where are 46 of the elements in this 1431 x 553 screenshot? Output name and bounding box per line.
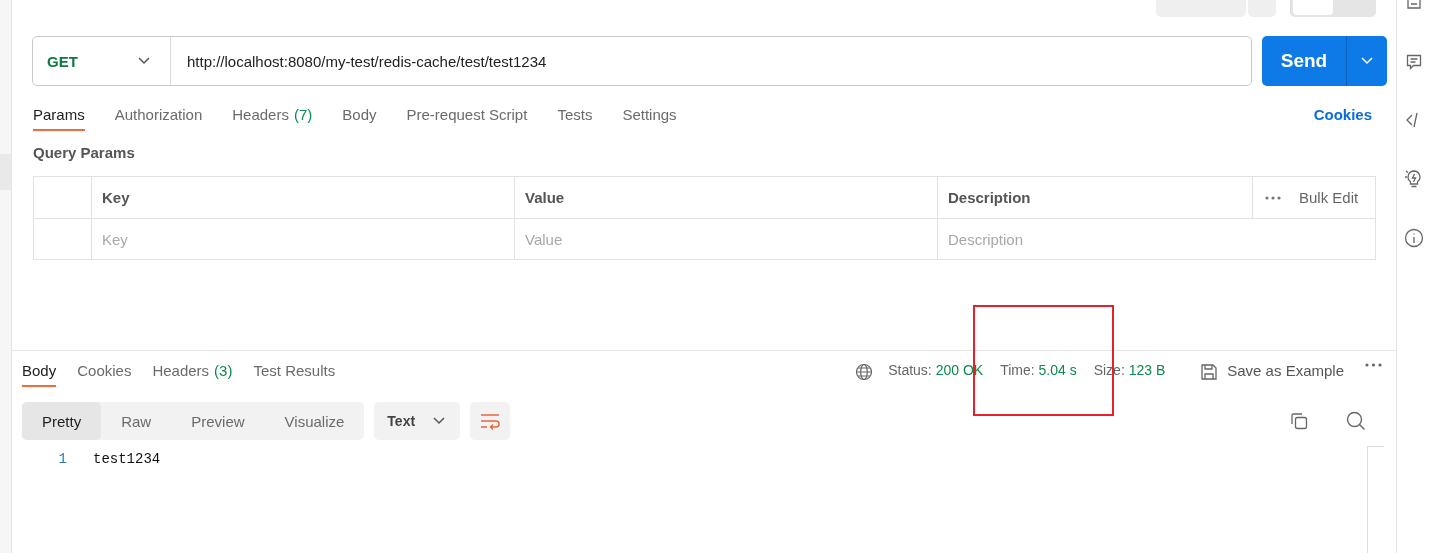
lightbulb-icon[interactable] — [1405, 168, 1423, 188]
response-tab[interactable]: Cookies — [77, 362, 132, 387]
save-icon[interactable] — [1200, 363, 1219, 381]
chevron-icon — [1361, 57, 1373, 65]
copy-icon[interactable] — [1290, 412, 1308, 430]
view-mode-tab[interactable]: Visualize — [264, 402, 365, 440]
view-mode-tab[interactable]: Raw — [101, 402, 172, 440]
chevron-icon — [138, 57, 150, 65]
request-tab[interactable]: Pre-request Script — [406, 106, 528, 131]
response-tab[interactable]: Headers (3) — [152, 362, 233, 387]
document-icon[interactable] — [1406, 0, 1422, 10]
response-meta: Time: 5.04 s — [1000, 362, 1077, 378]
code-line: test1234 — [93, 451, 161, 467]
param-input[interactable]: Description — [948, 230, 1375, 248]
view-mode-tab[interactable]: Preview — [171, 402, 265, 440]
column-header: Key — [92, 177, 515, 218]
search-icon[interactable] — [1346, 411, 1366, 431]
request-tab[interactable]: Settings — [622, 106, 677, 131]
bulk-edit-link[interactable]: Bulk Edit — [1299, 189, 1359, 206]
chevron-icon — [433, 417, 446, 425]
section-title: Query Params — [32, 143, 136, 163]
request-tab[interactable]: Authorization — [114, 106, 203, 131]
more-icon[interactable] — [1365, 363, 1382, 367]
response-tab[interactable]: Test Results — [253, 362, 336, 387]
line-number: 1 — [57, 451, 67, 467]
param-input[interactable]: Value — [525, 230, 937, 248]
request-tab[interactable]: Tests — [557, 106, 593, 131]
globe-icon[interactable] — [855, 363, 874, 381]
column-header: Description — [938, 177, 1253, 218]
response-tab[interactable]: Body — [22, 362, 57, 387]
wrap-lines-icon — [479, 412, 502, 430]
url-field[interactable]: GET http://localhost:8080/my-test/redis-cache/test/test1234 — [32, 36, 1252, 86]
comment-icon[interactable] — [1406, 54, 1422, 72]
column-header: Value — [515, 177, 938, 218]
wrap-button[interactable] — [470, 402, 511, 440]
info-icon[interactable] — [1404, 228, 1424, 248]
method-select[interactable]: GET — [33, 37, 171, 85]
more-icon[interactable] — [1265, 195, 1281, 200]
format-select[interactable]: Text — [374, 402, 461, 440]
request-tab[interactable]: Body — [342, 106, 377, 131]
view-mode-tab[interactable]: Pretty — [22, 402, 102, 440]
request-tab[interactable]: Params — [33, 106, 85, 131]
param-input[interactable]: Key — [102, 230, 514, 248]
request-tab[interactable]: Headers (7) — [232, 106, 313, 131]
save-as-example-button[interactable]: Save as Example — [1227, 362, 1344, 379]
cookies-link[interactable]: Cookies — [1313, 106, 1372, 123]
